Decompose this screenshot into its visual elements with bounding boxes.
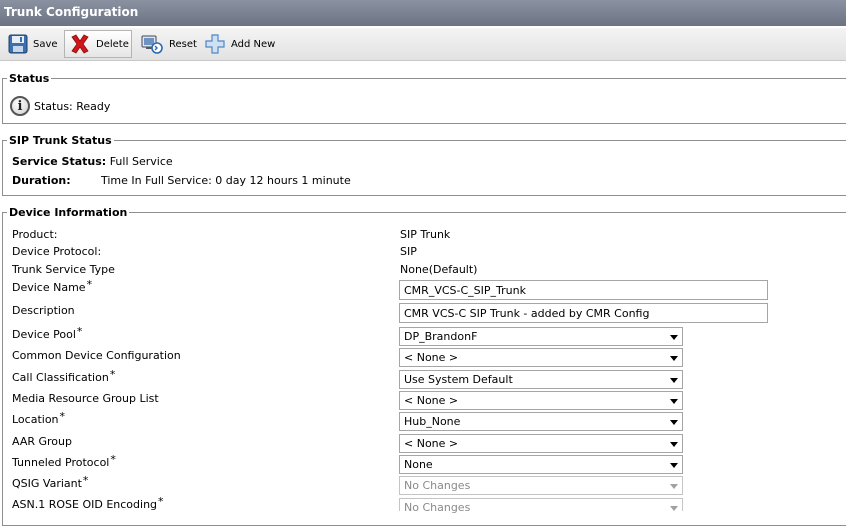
location-label-text: Location — [12, 413, 59, 426]
qsig-variant-select: No Changes — [399, 476, 683, 495]
required-marker: * — [59, 410, 66, 423]
chevron-down-icon — [670, 463, 678, 468]
duration-value: Time In Full Service: 0 day 12 hours 1 m… — [101, 174, 351, 187]
add-new-button[interactable]: Add New — [200, 30, 279, 58]
trunk-service-type-label: Trunk Service Type — [12, 263, 115, 276]
status-section: Status — [2, 72, 846, 124]
device-pool-select[interactable]: DP_BrandonF — [399, 327, 683, 346]
qsig-variant-label: QSIG Variant* — [12, 474, 89, 490]
status-legend: Status — [9, 72, 50, 85]
chevron-down-icon — [670, 506, 678, 511]
common-device-config-selected: < None > — [404, 351, 459, 364]
chevron-down-icon — [670, 420, 678, 425]
product-value: SIP Trunk — [400, 228, 451, 241]
device-name-input[interactable] — [399, 280, 768, 300]
description-label: Description — [12, 304, 75, 317]
save-label: Save — [33, 38, 58, 50]
common-device-config-select[interactable]: < None > — [399, 348, 683, 367]
chevron-down-icon — [670, 378, 678, 383]
status-text: Status: Ready — [34, 99, 111, 113]
reset-button[interactable]: Reset — [136, 30, 201, 58]
qsig-variant-selected: No Changes — [404, 479, 471, 492]
device-pool-label-text: Device Pool — [12, 328, 76, 341]
device-name-label: Device Name* — [12, 278, 93, 294]
tunneled-protocol-label: Tunneled Protocol* — [12, 453, 116, 469]
service-status-row: Service Status: Full Service — [12, 155, 173, 168]
page-title: Trunk Configuration — [0, 0, 846, 26]
tunneled-protocol-selected: None — [404, 458, 433, 471]
mrgl-label: Media Resource Group List — [12, 392, 159, 405]
required-marker: * — [109, 368, 116, 381]
sip-trunk-status-legend: SIP Trunk Status — [9, 134, 112, 147]
required-marker: * — [110, 453, 116, 466]
device-information-legend: Device Information — [9, 206, 128, 219]
device-pool-label: Device Pool* — [12, 325, 83, 341]
required-marker: * — [158, 495, 164, 508]
location-selected: Hub_None — [404, 415, 461, 428]
mrgl-select[interactable]: < None > — [399, 391, 683, 410]
asn1-label: ASN.1 ROSE OID Encoding* — [12, 495, 164, 511]
service-status-value: Full Service — [109, 155, 173, 168]
description-input[interactable] — [399, 303, 768, 323]
required-marker: * — [76, 325, 83, 338]
info-icon: i — [10, 96, 30, 116]
common-device-config-label: Common Device Configuration — [12, 349, 181, 362]
add-icon — [204, 33, 226, 55]
asn1-label-text: ASN.1 ROSE OID Encoding — [12, 498, 158, 511]
tunneled-protocol-select[interactable]: None — [399, 455, 683, 474]
call-classification-selected: Use System Default — [404, 373, 513, 386]
aar-group-label: AAR Group — [12, 435, 72, 448]
reset-label: Reset — [169, 38, 197, 50]
aar-group-select[interactable]: < None > — [399, 434, 683, 453]
qsig-variant-label-text: QSIG Variant — [12, 477, 82, 490]
duration-label: Duration: — [12, 174, 71, 187]
asn1-select: No Changes — [399, 498, 683, 514]
mrgl-selected: < None > — [404, 394, 459, 407]
device-pool-selected: DP_BrandonF — [404, 330, 478, 343]
status-row: i Status: Ready — [10, 96, 110, 116]
product-label: Product: — [12, 228, 58, 241]
delete-button[interactable]: Delete — [64, 30, 132, 58]
call-classification-select[interactable]: Use System Default — [399, 370, 683, 389]
required-marker: * — [82, 474, 89, 487]
duration-row: Duration: — [12, 174, 71, 187]
location-select[interactable]: Hub_None — [399, 412, 683, 431]
save-button[interactable]: Save — [4, 30, 62, 58]
call-classification-label-text: Call Classification — [12, 371, 109, 384]
service-status-label: Service Status: — [12, 155, 107, 168]
save-icon — [8, 34, 28, 54]
chevron-down-icon — [670, 335, 678, 340]
add-new-label: Add New — [231, 38, 276, 50]
chevron-down-icon — [670, 484, 678, 489]
trunk-service-type-value: None(Default) — [400, 263, 478, 276]
required-marker: * — [86, 278, 93, 291]
tunneled-protocol-label-text: Tunneled Protocol — [12, 456, 110, 469]
asn1-selected: No Changes — [404, 501, 471, 514]
device-name-label-text: Device Name — [12, 281, 86, 294]
device-protocol-value: SIP — [400, 245, 417, 258]
reset-icon — [140, 33, 164, 55]
chevron-down-icon — [670, 356, 678, 361]
chevron-down-icon — [670, 442, 678, 447]
device-protocol-label: Device Protocol: — [12, 245, 102, 258]
toolbar: Save Delete Reset Add New — [0, 28, 846, 61]
delete-label: Delete — [96, 38, 129, 50]
chevron-down-icon — [670, 399, 678, 404]
aar-group-selected: < None > — [404, 437, 459, 450]
delete-icon — [69, 33, 91, 55]
location-label: Location* — [12, 410, 66, 426]
call-classification-label: Call Classification* — [12, 368, 116, 384]
